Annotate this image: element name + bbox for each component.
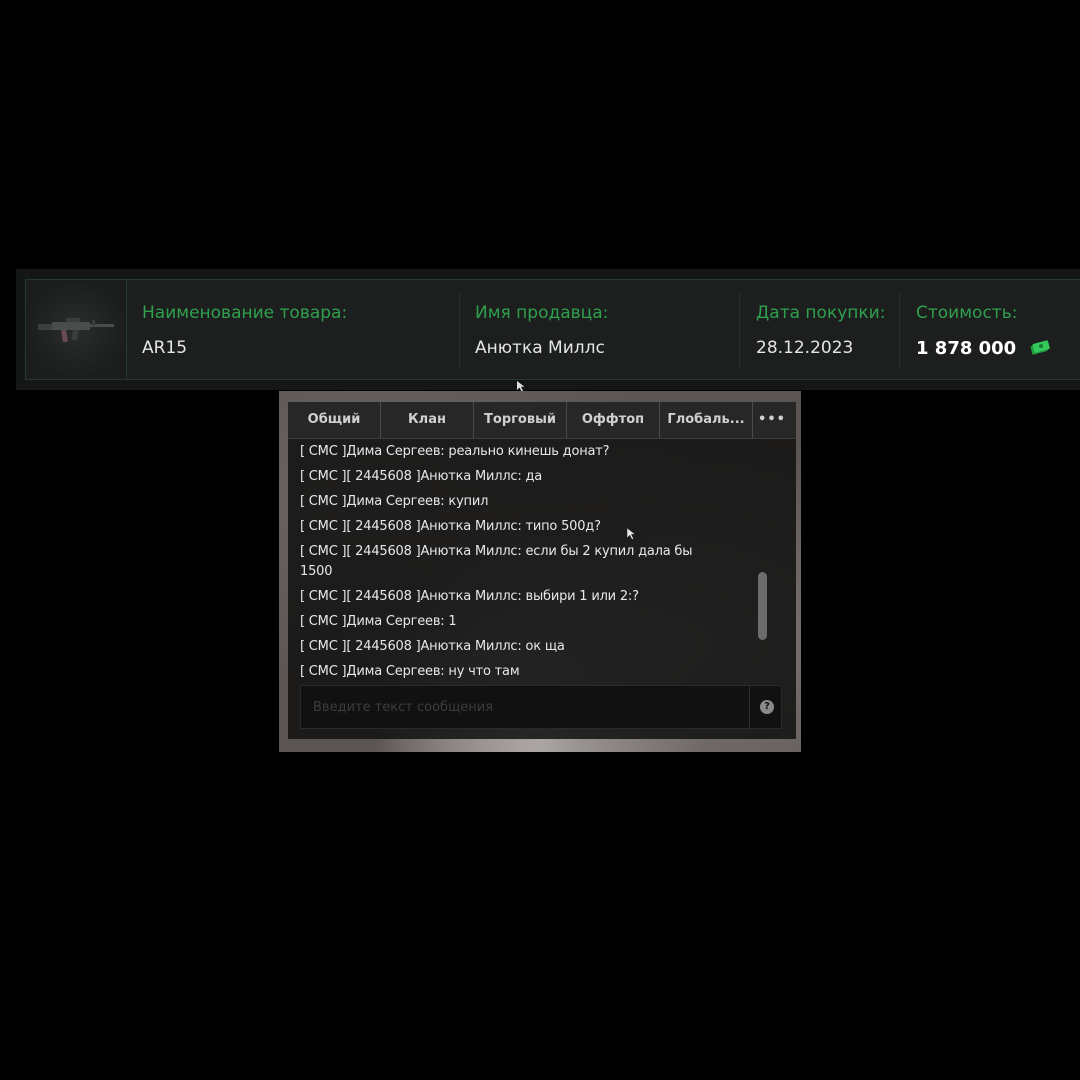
chat-message: [ СМС ][ 2445608 ]Анютка Миллс: если бы … (300, 544, 693, 579)
chat-message: [ СМС ]Дима Сергеев: купил (300, 494, 489, 509)
item-name-value: AR15 (142, 338, 188, 358)
divider (749, 686, 750, 728)
tab-clan[interactable]: Клан (381, 402, 474, 438)
price-label: Стоимость: (916, 303, 1018, 323)
chat-input-row: ? (300, 685, 782, 729)
chat-message: [ СМС ][ 2445608 ]Анютка Миллс: типо 500… (300, 519, 601, 534)
screen: Наименование товара: AR15 Имя продавца: … (0, 0, 1080, 1080)
chat-panel: Общий Клан Торговый Оффтоп Глобаль... ••… (288, 402, 796, 739)
chat-message: [ СМС ]Дима Сергеев: ну что там (300, 664, 520, 679)
help-icon[interactable]: ? (760, 700, 774, 714)
purchase-info-card: Наименование товара: AR15 Имя продавца: … (25, 279, 1080, 380)
money-icon (1029, 340, 1050, 355)
purchase-info-bar: Наименование товара: AR15 Имя продавца: … (16, 269, 1080, 390)
chat-message: [ СМС ][ 2445608 ]Анютка Миллс: ок ща (300, 639, 565, 654)
item-name-label: Наименование товара: (142, 303, 348, 323)
tab-offtopic[interactable]: Оффтоп (567, 402, 660, 438)
divider (739, 292, 740, 368)
chat-message: [ СМС ][ 2445608 ]Анютка Миллс: выбири 1… (300, 589, 639, 604)
chat-messages: [ СМС ]Дима Сергеев: реально кинешь дона… (300, 442, 740, 680)
chat-message: [ СМС ][ 2445608 ]Анютка Миллс: да (300, 469, 543, 484)
tab-general[interactable]: Общий (288, 402, 381, 438)
divider (459, 292, 460, 368)
more-tabs-button[interactable]: ••• (753, 402, 791, 438)
tab-trade[interactable]: Торговый (474, 402, 567, 438)
item-thumbnail (26, 280, 127, 379)
rifle-icon (38, 318, 114, 343)
purchase-date-value: 28.12.2023 (756, 338, 854, 358)
chat-window: Общий Клан Торговый Оффтоп Глобаль... ••… (279, 391, 801, 752)
purchase-date-label: Дата покупки: (756, 303, 886, 323)
seller-name-label: Имя продавца: (475, 303, 609, 323)
divider (899, 292, 900, 368)
chat-message-input[interactable] (301, 686, 749, 728)
price-value-row: 1 878 000 (916, 338, 1051, 359)
chat-tabs: Общий Клан Торговый Оффтоп Глобаль... ••… (288, 402, 796, 439)
chat-scrollbar[interactable] (758, 572, 767, 640)
chat-message: [ СМС ]Дима Сергеев: 1 (300, 614, 457, 629)
mouse-cursor-icon (627, 528, 636, 540)
seller-name-value: Анютка Миллс (475, 338, 605, 358)
chat-message: [ СМС ]Дима Сергеев: реально кинешь дона… (300, 444, 610, 459)
price-value: 1 878 000 (916, 338, 1017, 359)
tab-global[interactable]: Глобаль... (660, 402, 753, 438)
